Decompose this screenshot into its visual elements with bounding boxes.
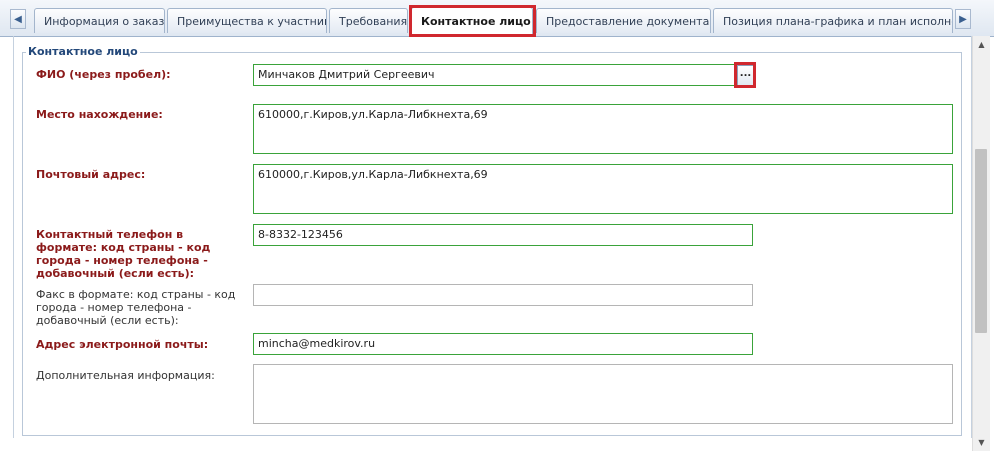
scroll-down-icon[interactable]: ▼ [973, 434, 990, 451]
tab-plan-schedule[interactable]: Позиция плана-графика и план исполнения … [713, 8, 953, 33]
postal-field[interactable]: 610000,г.Киров,ул.Карла-Либкнехта,69 [253, 164, 953, 214]
location-field[interactable]: 610000,г.Киров,ул.Карла-Либкнехта,69 [253, 104, 953, 154]
location-label: Место нахождение: [36, 108, 163, 121]
phone-field[interactable]: 8-8332-123456 [253, 224, 753, 246]
section-title: Контактное лицо [26, 45, 140, 58]
fio-select-button[interactable]: ... [737, 65, 754, 86]
tab-scroll-left-icon[interactable]: ◀ [10, 9, 26, 29]
scroll-thumb[interactable] [975, 149, 987, 333]
tab-bar: ◀ Информация о заказе Преимущества к уча… [0, 0, 994, 37]
vertical-scrollbar[interactable]: ▲ ▼ [972, 36, 990, 451]
fax-field[interactable] [253, 284, 753, 306]
scroll-up-icon[interactable]: ▲ [973, 36, 990, 53]
extra-info-field[interactable] [253, 364, 953, 424]
fio-field[interactable]: Минчаков Дмитрий Сергеевич [253, 64, 736, 86]
tab-documentation[interactable]: Предоставление документации [536, 8, 711, 33]
phone-label: Контактный телефон в формате: код страны… [36, 228, 211, 280]
email-field[interactable]: mincha@medkirov.ru [253, 333, 753, 355]
fax-label: Факс в формате: код страны - код города … [36, 288, 236, 327]
extra-info-label: Дополнительная информация: [36, 369, 215, 382]
tab-requirements[interactable]: Требования [329, 8, 408, 33]
fio-label: ФИО (через пробел): [36, 68, 171, 81]
tab-participant-advantages[interactable]: Преимущества к участникам [167, 8, 327, 33]
tab-contact-person[interactable]: Контактное лицо [411, 7, 533, 35]
postal-label: Почтовый адрес: [36, 168, 146, 181]
email-label: Адрес электронной почты: [36, 338, 209, 351]
tab-order-info[interactable]: Информация о заказе [34, 8, 165, 33]
tab-scroll-right-icon[interactable]: ▶ [955, 9, 971, 29]
